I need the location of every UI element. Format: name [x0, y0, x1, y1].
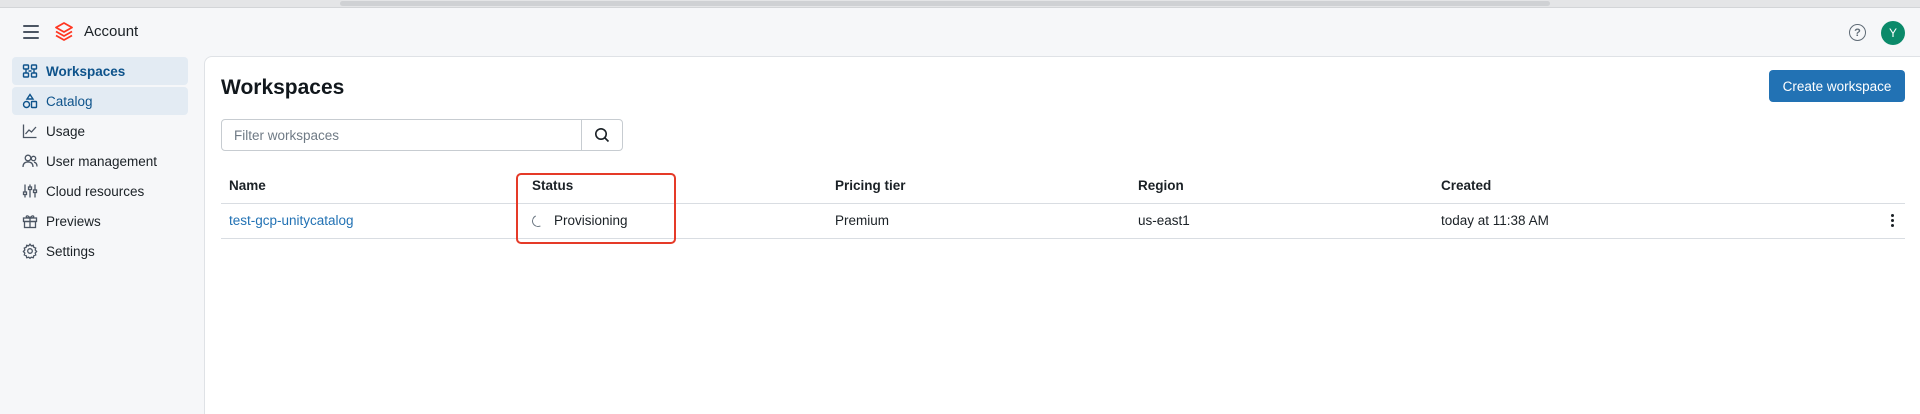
sidebar-item-catalog[interactable]: Catalog [12, 87, 188, 115]
column-header-name[interactable]: Name [221, 169, 524, 204]
help-icon[interactable]: ? [1849, 24, 1866, 41]
status-cell: Provisioning [530, 212, 827, 229]
hamburger-menu-icon[interactable] [20, 22, 42, 42]
pricing-tier-cell: Premium [827, 203, 1130, 239]
filter-bar [221, 119, 623, 151]
users-icon [22, 153, 38, 169]
loading-spinner-icon [530, 212, 546, 229]
workspaces-table: Name Status Pricing tier Region Created … [221, 169, 1905, 239]
sidebar-item-label: Settings [46, 243, 95, 259]
column-header-created[interactable]: Created [1433, 169, 1905, 204]
browser-scrollbar-strip [0, 0, 1920, 8]
gift-icon [22, 213, 38, 229]
main-content: Workspaces Create workspace Name Status … [204, 56, 1920, 414]
top-bar: Account ? Y [0, 8, 1920, 56]
sidebar-item-settings[interactable]: Settings [12, 237, 188, 265]
sidebar-item-label: Cloud resources [46, 183, 145, 199]
filter-workspaces-input[interactable] [222, 120, 581, 150]
workspaces-icon [22, 63, 38, 79]
sidebar-item-label: Catalog [46, 93, 93, 109]
sidebar-item-user-management[interactable]: User management [12, 147, 188, 175]
sidebar-item-label: Usage [46, 123, 86, 139]
sidebar: Workspaces Catalog Usage User management [12, 57, 188, 267]
search-button[interactable] [581, 120, 622, 150]
workspace-name-link[interactable]: test-gcp-unitycatalog [229, 213, 354, 228]
created-cell: today at 11:38 AM [1441, 213, 1905, 228]
app-title: Account [84, 23, 139, 40]
user-avatar[interactable]: Y [1881, 21, 1905, 45]
sidebar-item-usage[interactable]: Usage [12, 117, 188, 145]
create-workspace-button[interactable]: Create workspace [1769, 70, 1905, 102]
gear-icon [22, 243, 38, 259]
sidebar-item-previews[interactable]: Previews [12, 207, 188, 235]
catalog-icon [22, 93, 38, 109]
databricks-logo-icon [55, 22, 73, 41]
page-title: Workspaces [221, 76, 345, 99]
sidebar-item-cloud-resources[interactable]: Cloud resources [12, 177, 188, 205]
sidebar-item-label: Workspaces [46, 63, 126, 79]
column-header-region[interactable]: Region [1130, 169, 1433, 204]
search-icon [595, 128, 610, 143]
region-cell: us-east1 [1130, 203, 1433, 239]
status-text: Provisioning [554, 213, 628, 228]
scroll-thumb[interactable] [340, 1, 1550, 6]
sidebar-item-label: User management [46, 153, 158, 169]
table-header-row: Name Status Pricing tier Region Created [221, 169, 1905, 204]
created-text: today at 11:38 AM [1441, 213, 1549, 228]
row-actions-kebab-icon[interactable] [1885, 214, 1899, 227]
sidebar-item-workspaces[interactable]: Workspaces [12, 57, 188, 85]
column-header-status[interactable]: Status [524, 169, 827, 204]
sidebar-item-label: Previews [46, 213, 101, 229]
cloud-resources-icon [22, 183, 38, 199]
column-header-pricing-tier[interactable]: Pricing tier [827, 169, 1130, 204]
table-row: test-gcp-unitycatalog Provisioning Premi… [221, 203, 1905, 239]
usage-chart-icon [22, 123, 38, 139]
